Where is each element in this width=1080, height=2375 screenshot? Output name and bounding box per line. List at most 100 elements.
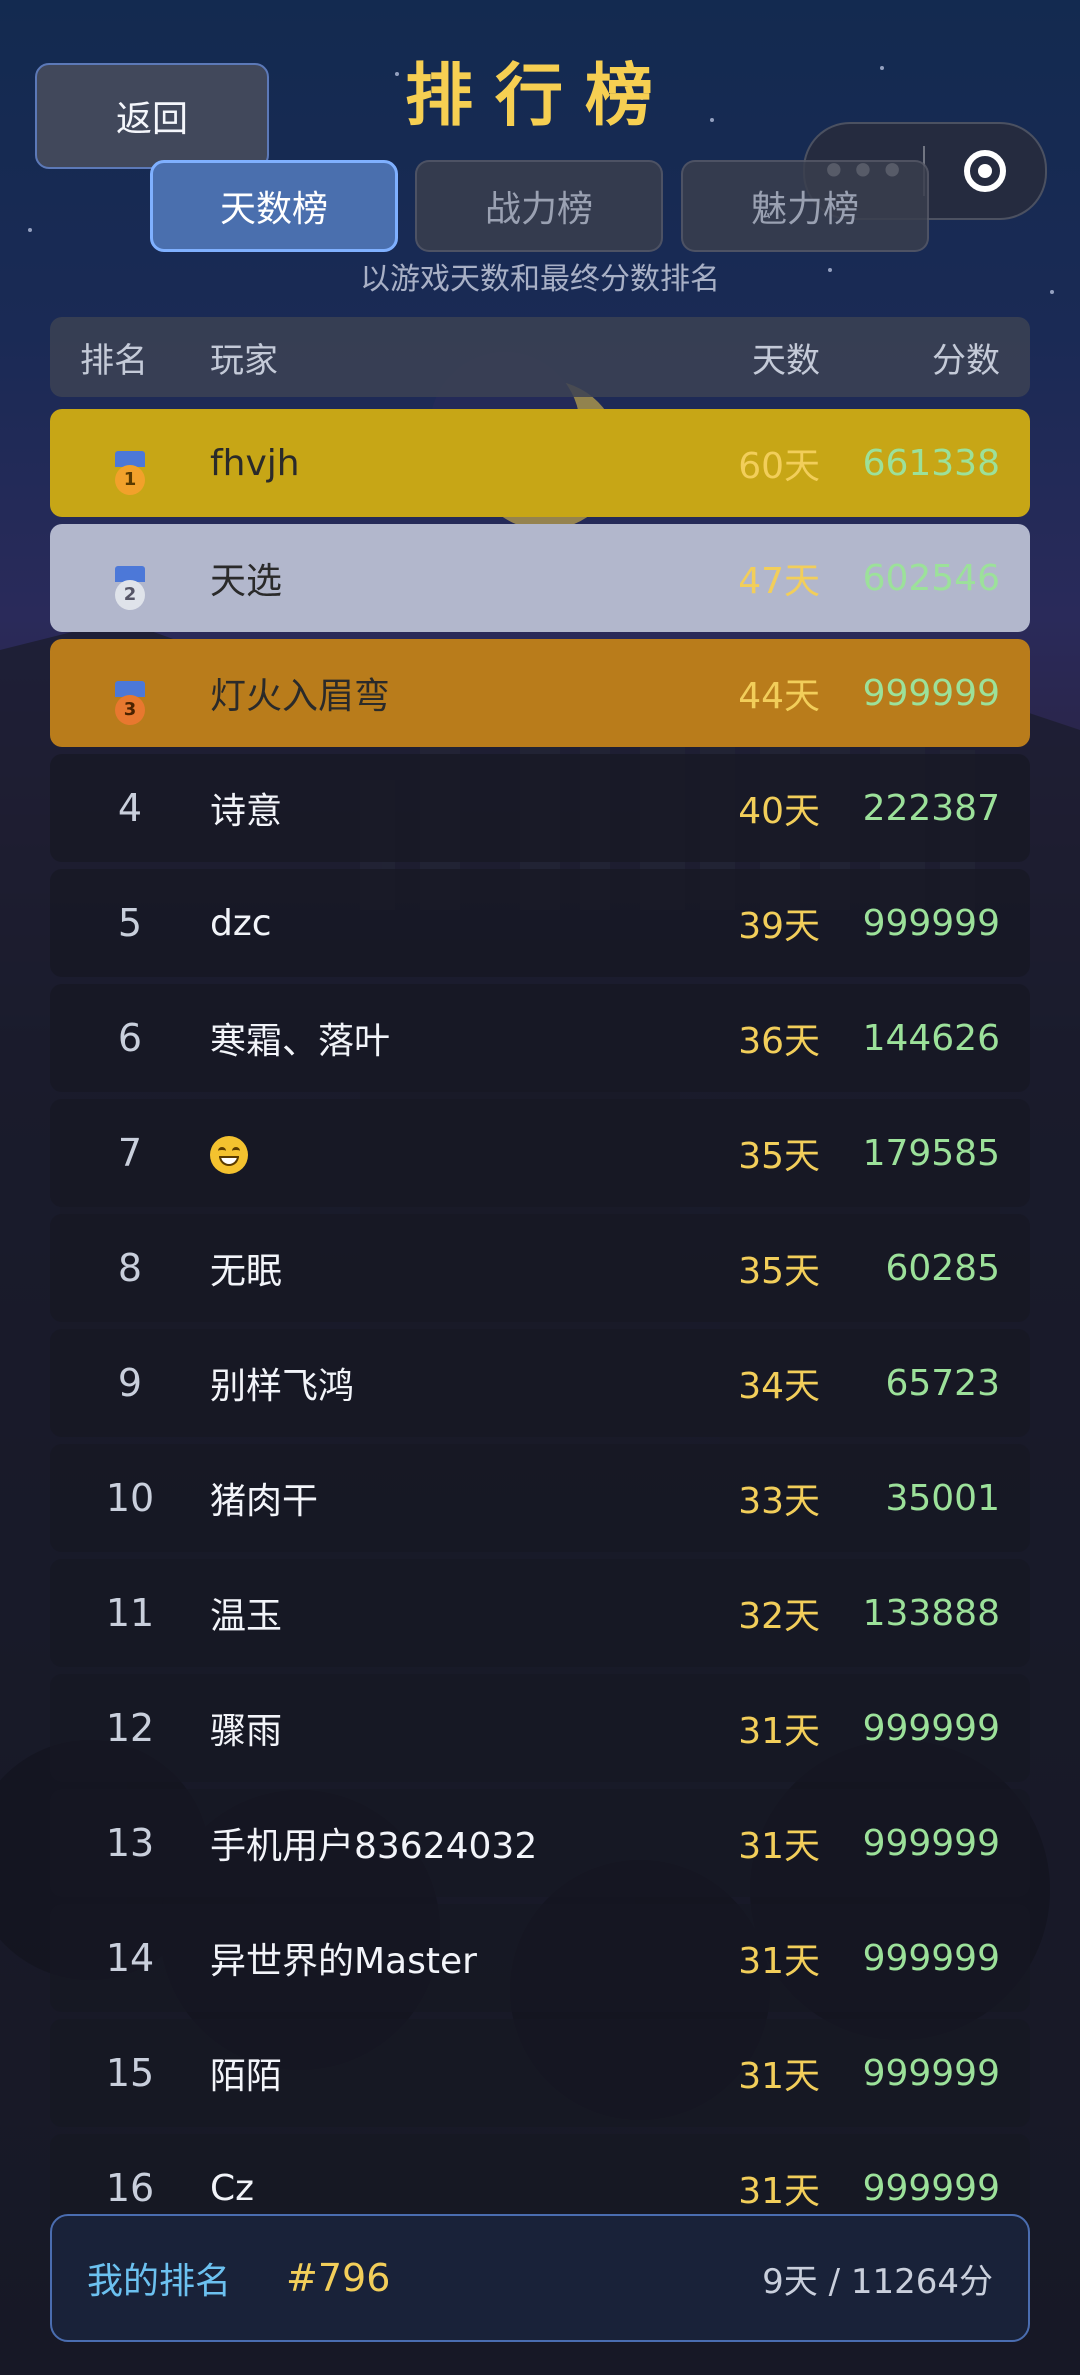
player-name: dzc: [210, 902, 272, 944]
rank-number: 10: [105, 1476, 155, 1520]
header-days: 天数: [752, 340, 820, 381]
player-days: 31天: [738, 1941, 820, 1982]
player-score: 179585: [862, 1132, 1000, 1174]
rank-number: 14: [105, 1936, 155, 1980]
table-row[interactable]: 7 35天 179585: [50, 1099, 1030, 1207]
player-score: 133888: [862, 1592, 1000, 1634]
player-days: 60天: [738, 446, 820, 487]
table-row[interactable]: 15 陌陌 31天 999999: [50, 2019, 1030, 2127]
player-days: 40天: [738, 791, 820, 832]
table-row[interactable]: 8 无眠 35天 60285: [50, 1214, 1030, 1322]
player-name: 无眠: [210, 1251, 283, 1292]
player-days: 31天: [738, 1826, 820, 1867]
silver-medal-icon: 2: [115, 565, 145, 610]
player-days: 44天: [738, 676, 820, 717]
table-header: 排名 玩家 天数 分数: [50, 317, 1030, 397]
table-row[interactable]: 10 猪肉干 33天 35001: [50, 1444, 1030, 1552]
rank-number: 15: [105, 2051, 155, 2095]
my-rank-stats: 9天 / 11264分: [762, 2261, 993, 2302]
player-name: 寒霜、落叶: [210, 1021, 391, 1062]
grinning-face-emoji-icon: [210, 1135, 248, 1174]
player-days: 31天: [738, 1711, 820, 1752]
player-score: 999999: [862, 2167, 1000, 2209]
table-row[interactable]: 4 诗意 40天 222387: [50, 754, 1030, 862]
player-score: 999999: [862, 672, 1000, 714]
table-row[interactable]: 1 fhvjh 60天 661338: [50, 409, 1030, 517]
player-name: 异世界的Master: [210, 1941, 477, 1982]
player-days: 35天: [738, 1251, 820, 1292]
rank-number: 11: [105, 1591, 155, 1635]
table-row[interactable]: 9 别样飞鸿 34天 65723: [50, 1329, 1030, 1437]
my-rank-bar[interactable]: 我的排名 #796 9天 / 11264分: [50, 2214, 1030, 2342]
header-score: 分数: [932, 340, 1000, 381]
player-score: 999999: [862, 2052, 1000, 2094]
ranking-subtitle: 以游戏天数和最终分数排名: [360, 262, 720, 297]
rank-number: 8: [117, 1246, 143, 1290]
player-name: 手机用户83624032: [210, 1826, 538, 1867]
table-row[interactable]: 6 寒霜、落叶 36天 144626: [50, 984, 1030, 1092]
player-score: 999999: [862, 1937, 1000, 1979]
rank-number: 4: [117, 786, 143, 830]
player-days: 31天: [738, 2056, 820, 2097]
table-row[interactable]: 2 天选 47天 602546: [50, 524, 1030, 632]
player-name: 陌陌: [210, 2056, 283, 2097]
medal-number: 3: [115, 694, 145, 725]
rank-number: 13: [105, 1821, 155, 1865]
my-rank-number: #796: [286, 2256, 391, 2300]
medal-number: 2: [115, 579, 145, 610]
table-row[interactable]: 13 手机用户83624032 31天 999999: [50, 1789, 1030, 1897]
rank-number: 12: [105, 1706, 155, 1750]
player-score: 60285: [885, 1247, 1000, 1289]
rank-number: 5: [117, 901, 143, 945]
player-score: 999999: [862, 902, 1000, 944]
table-row[interactable]: 5 dzc 39天 999999: [50, 869, 1030, 977]
player-score: 661338: [862, 442, 1000, 484]
player-name: 天选: [210, 561, 283, 602]
tab-power-ranking[interactable]: 战力榜: [415, 160, 663, 252]
player-days: 39天: [738, 906, 820, 947]
table-row[interactable]: 12 骤雨 31天 999999: [50, 1674, 1030, 1782]
player-score: 65723: [885, 1362, 1000, 1404]
rank-cell: 2: [50, 547, 210, 610]
rank-number: 16: [105, 2166, 155, 2210]
player-days: 31天: [738, 2171, 820, 2212]
player-score: 999999: [862, 1707, 1000, 1749]
player-name: Cz: [210, 2167, 255, 2209]
ranking-tabs: 天数榜 战力榜 魅力榜: [0, 160, 1080, 252]
player-name: 温玉: [210, 1596, 283, 1637]
player-days: 36天: [738, 1021, 820, 1062]
player-name: [210, 1133, 640, 1174]
player-score: 999999: [862, 1822, 1000, 1864]
medal-number: 1: [115, 464, 145, 495]
player-name: 别样飞鸿: [210, 1366, 355, 1407]
player-score: 222387: [862, 787, 1000, 829]
player-days: 34天: [738, 1366, 820, 1407]
player-score: 144626: [862, 1017, 1000, 1059]
table-row[interactable]: 11 温玉 32天 133888: [50, 1559, 1030, 1667]
player-name: 骤雨: [210, 1711, 283, 1752]
bronze-medal-icon: 3: [115, 680, 145, 725]
gold-medal-icon: 1: [115, 450, 145, 495]
player-days: 47天: [738, 561, 820, 602]
player-days: 32天: [738, 1596, 820, 1637]
table-row[interactable]: 14 异世界的Master 31天 999999: [50, 1904, 1030, 2012]
rank-number: 6: [117, 1016, 143, 1060]
header-rank: 排名: [80, 340, 148, 381]
tab-charm-ranking[interactable]: 魅力榜: [681, 160, 929, 252]
rank-number: 9: [117, 1361, 143, 1405]
player-score: 35001: [885, 1477, 1000, 1519]
rank-number: 7: [117, 1131, 143, 1175]
player-name: fhvjh: [210, 442, 300, 484]
tab-days-ranking[interactable]: 天数榜: [150, 160, 398, 252]
player-days: 33天: [738, 1481, 820, 1522]
table-row[interactable]: 3 灯火入眉弯 44天 999999: [50, 639, 1030, 747]
rank-cell: 3: [50, 662, 210, 725]
player-name: 诗意: [210, 791, 283, 832]
player-name: 猪肉干: [210, 1481, 319, 1522]
player-days: 35天: [738, 1136, 820, 1177]
leaderboard-table: 排名 玩家 天数 分数 1 fhvjh 60天 661338 2 天选 47天 …: [50, 317, 1030, 2249]
rank-cell: 1: [50, 432, 210, 495]
player-name: 灯火入眉弯: [210, 676, 391, 717]
header-player: 玩家: [210, 340, 278, 381]
my-rank-label: 我的排名: [87, 2261, 232, 2302]
